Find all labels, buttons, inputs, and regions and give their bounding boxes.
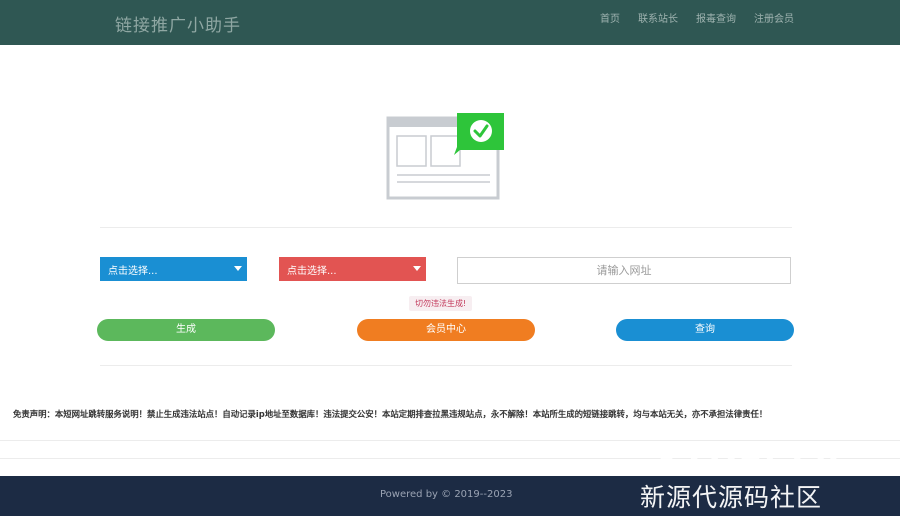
- select-secondary-label: 点击选择...: [287, 266, 337, 277]
- caret-down-icon: [413, 266, 421, 271]
- url-input[interactable]: [457, 257, 791, 284]
- nav-contact[interactable]: 联系站长: [638, 10, 678, 25]
- divider-lower: [0, 458, 900, 459]
- brand-title[interactable]: 链接推广小助手: [115, 11, 241, 36]
- select-secondary[interactable]: 点击选择...: [279, 257, 426, 281]
- generate-button[interactable]: 生成: [97, 319, 275, 341]
- watermark-domain: XYDai.cn: [654, 437, 841, 477]
- select-primary-label: 点击选择...: [108, 266, 158, 277]
- footer-copyright: Powered by © 2019--2023: [380, 489, 513, 500]
- nav-register[interactable]: 注册会员: [754, 10, 794, 25]
- page: 链接推广小助手 首页 联系站长 报毒查询 注册会员 点击选择... 点击选择..…: [0, 0, 900, 516]
- warning-badge: 切勿违法生成!: [409, 296, 473, 311]
- footer: Powered by © 2019--2023: [0, 476, 900, 516]
- divider-middle: [100, 365, 792, 366]
- select-primary[interactable]: 点击选择...: [100, 257, 247, 281]
- navbar: 链接推广小助手 首页 联系站长 报毒查询 注册会员: [0, 0, 900, 45]
- webpage-check-icon: [386, 113, 504, 200]
- divider-disclaimer: [0, 440, 900, 441]
- member-center-button[interactable]: 会员中心: [357, 319, 535, 341]
- divider-top: [100, 227, 792, 228]
- query-button[interactable]: 查询: [616, 319, 794, 341]
- disclaimer-text: 免责声明：本短网址跳转服务说明！禁止生成违法站点！自动记录ip地址至数据库！违法…: [13, 409, 768, 419]
- caret-down-icon: [234, 266, 242, 271]
- nav-home[interactable]: 首页: [600, 10, 620, 25]
- nav-virus-check[interactable]: 报毒查询: [696, 10, 736, 25]
- nav-menu: 首页 联系站长 报毒查询 注册会员: [600, 10, 794, 25]
